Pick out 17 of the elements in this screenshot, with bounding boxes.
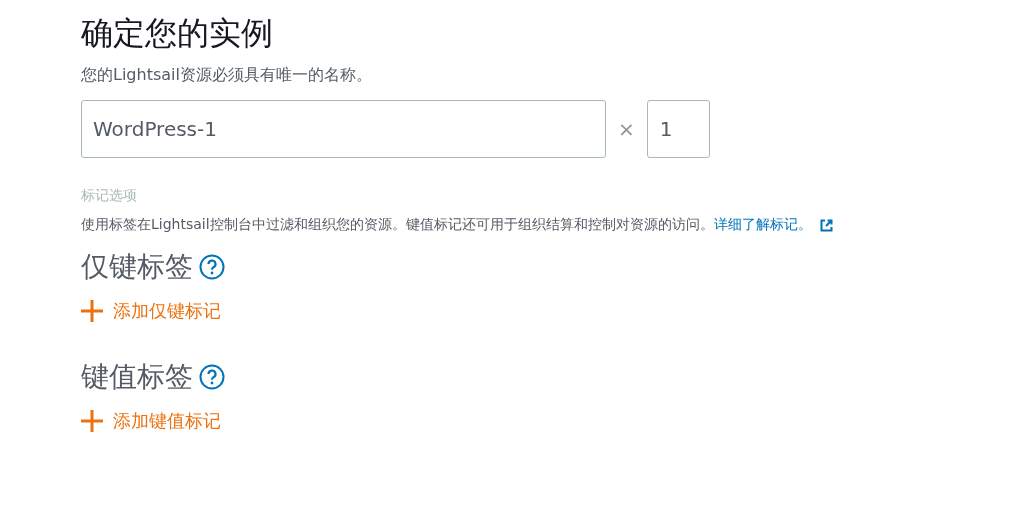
help-icon[interactable] (199, 364, 225, 390)
add-tag-button[interactable]: 添加键值标记 (81, 409, 221, 433)
multiplier-sign: × (618, 117, 635, 141)
help-icon[interactable] (199, 254, 225, 280)
count-field[interactable]: 1 (646, 100, 710, 158)
external-link-icon (819, 218, 833, 232)
add-tag-button[interactable]: 添加仅键标记 (81, 299, 221, 323)
plus-icon (81, 410, 103, 432)
name-field[interactable]: WordPress-1 (81, 100, 606, 158)
section-heading: 仅键标签 (81, 249, 193, 285)
subtitle: 您的Lightsail资源必须具有唯一的名称。 (81, 64, 373, 86)
section-heading: 键值标签 (81, 359, 193, 395)
description: 使用标签在Lightsail控制台中过滤和组织您的资源。键值标记还可用于组织结算和控制对资源的访问。详细了解标记。 (81, 210, 851, 239)
plus-icon (81, 300, 103, 322)
section-label: 标记选项 (81, 186, 138, 205)
learn-more-link[interactable]: 详细了解标记。 (713, 216, 812, 232)
page-title: 确定您的实例 (81, 13, 274, 54)
